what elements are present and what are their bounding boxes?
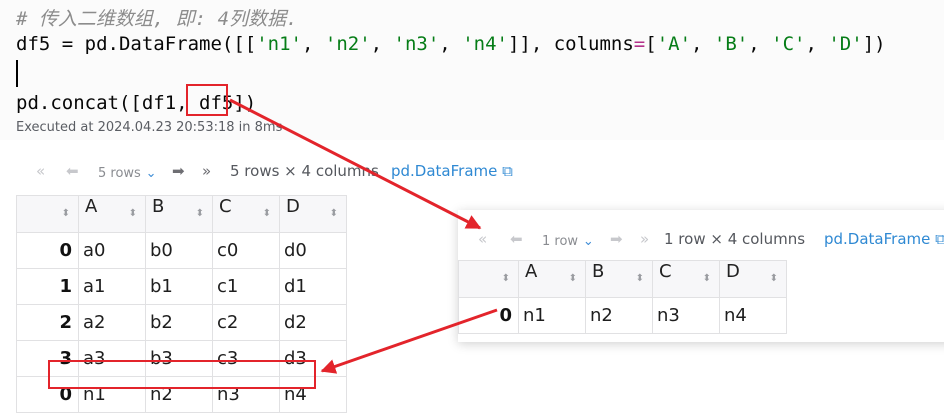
arrow-to-df5-output [229, 98, 482, 230]
arrow-to-concat-row [320, 308, 498, 374]
annotation-arrows [229, 98, 498, 374]
